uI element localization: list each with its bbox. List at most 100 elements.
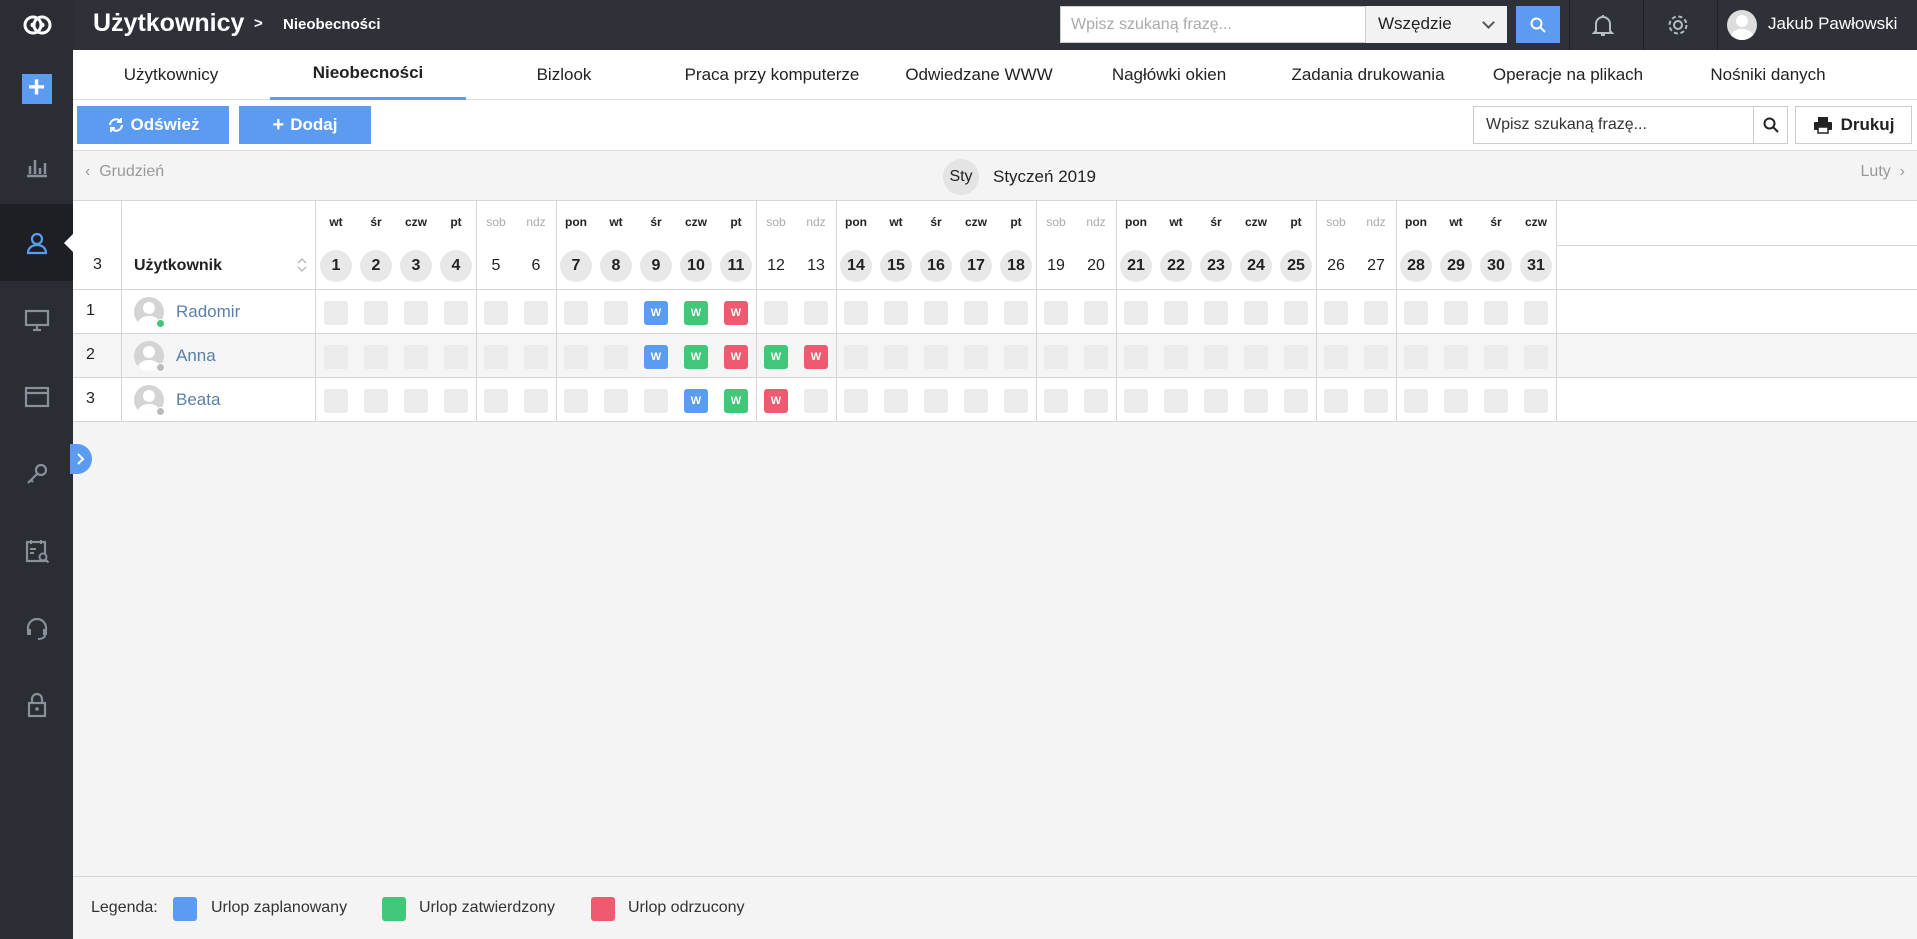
empty-day-box[interactable] (1004, 301, 1028, 325)
empty-day-box[interactable] (1204, 345, 1228, 369)
empty-day-box[interactable] (1244, 389, 1268, 413)
day-number[interactable]: 21 (1120, 250, 1152, 282)
empty-day-box[interactable] (364, 389, 388, 413)
empty-day-box[interactable] (1244, 301, 1268, 325)
tab-print-jobs[interactable]: Zadania drukowania (1268, 50, 1468, 100)
day-cell[interactable] (356, 385, 396, 415)
empty-day-box[interactable] (1444, 389, 1468, 413)
search-button[interactable] (1753, 106, 1788, 144)
absence-approved-badge[interactable]: W (684, 345, 708, 369)
day-cell[interactable] (1116, 385, 1156, 415)
day-cell[interactable] (1196, 385, 1236, 415)
tab-window-titles[interactable]: Nagłówki okien (1077, 50, 1261, 100)
absence-rejected-badge[interactable]: W (764, 389, 788, 413)
day-cell[interactable] (436, 341, 476, 371)
empty-day-box[interactable] (964, 301, 988, 325)
day-cell[interactable] (476, 297, 516, 327)
empty-day-box[interactable] (1284, 389, 1308, 413)
empty-day-box[interactable] (1044, 345, 1068, 369)
empty-day-box[interactable] (1084, 301, 1108, 325)
user-name-link[interactable]: Beata (176, 390, 220, 410)
day-number[interactable]: 2 (360, 250, 392, 282)
day-cell[interactable] (836, 385, 876, 415)
day-cell[interactable] (316, 385, 356, 415)
print-button[interactable]: Drukuj (1795, 106, 1912, 144)
month-picker-button[interactable]: Sty (943, 159, 979, 195)
day-number[interactable]: 26 (1320, 250, 1352, 282)
day-cell[interactable] (1236, 297, 1276, 327)
table-row[interactable]: 3 Beata W W W (73, 378, 1917, 422)
day-cell[interactable] (1476, 297, 1516, 327)
day-cell[interactable] (956, 341, 996, 371)
absence-planned-badge[interactable]: W (644, 345, 668, 369)
empty-day-box[interactable] (1364, 301, 1388, 325)
empty-day-box[interactable] (764, 301, 788, 325)
empty-day-box[interactable] (1324, 389, 1348, 413)
empty-day-box[interactable] (1404, 345, 1428, 369)
day-cell[interactable] (596, 385, 636, 415)
empty-day-box[interactable] (1124, 389, 1148, 413)
empty-day-box[interactable] (924, 301, 948, 325)
day-cell[interactable] (1436, 297, 1476, 327)
empty-day-box[interactable] (324, 301, 348, 325)
empty-day-box[interactable] (484, 389, 508, 413)
day-cell[interactable]: W (716, 341, 756, 371)
empty-day-box[interactable] (884, 345, 908, 369)
absence-rejected-badge[interactable]: W (724, 301, 748, 325)
day-number[interactable]: 12 (760, 250, 792, 282)
empty-day-box[interactable] (404, 301, 428, 325)
day-cell[interactable]: W (716, 297, 756, 327)
day-cell[interactable] (1276, 297, 1316, 327)
day-number[interactable]: 25 (1280, 250, 1312, 282)
app-logo[interactable] (0, 0, 73, 50)
day-cell[interactable] (596, 297, 636, 327)
day-number[interactable]: 1 (320, 250, 352, 282)
search-scope-select[interactable]: Wszędzie (1366, 6, 1507, 43)
empty-day-box[interactable] (1284, 345, 1308, 369)
day-cell[interactable] (1396, 297, 1436, 327)
day-cell[interactable] (1436, 385, 1476, 415)
day-cell[interactable]: W (716, 385, 756, 415)
empty-day-box[interactable] (364, 345, 388, 369)
empty-day-box[interactable] (1404, 301, 1428, 325)
tab-computer-work[interactable]: Praca przy komputerze (667, 50, 877, 100)
table-row[interactable]: 2 Anna W W W W W (73, 334, 1917, 378)
search-input[interactable] (1473, 106, 1754, 144)
day-number[interactable]: 4 (440, 250, 472, 282)
day-number[interactable]: 19 (1040, 250, 1072, 282)
day-number[interactable]: 20 (1080, 250, 1112, 282)
day-cell[interactable] (1316, 297, 1356, 327)
tab-bizlook[interactable]: Bizlook (466, 50, 662, 100)
day-number[interactable]: 28 (1400, 250, 1432, 282)
day-cell[interactable] (1036, 297, 1076, 327)
empty-day-box[interactable] (804, 389, 828, 413)
day-cell[interactable] (636, 385, 676, 415)
day-number[interactable]: 5 (480, 250, 512, 282)
day-cell[interactable] (836, 297, 876, 327)
empty-day-box[interactable] (324, 389, 348, 413)
day-number[interactable]: 31 (1520, 250, 1552, 282)
day-number[interactable]: 16 (920, 250, 952, 282)
day-number[interactable]: 6 (520, 250, 552, 282)
day-cell[interactable]: W (676, 297, 716, 327)
day-cell[interactable] (1036, 341, 1076, 371)
absence-approved-badge[interactable]: W (764, 345, 788, 369)
day-cell[interactable] (996, 341, 1036, 371)
empty-day-box[interactable] (1204, 301, 1228, 325)
empty-day-box[interactable] (924, 389, 948, 413)
day-cell[interactable] (1316, 385, 1356, 415)
day-cell[interactable] (916, 341, 956, 371)
day-cell[interactable] (1156, 341, 1196, 371)
empty-day-box[interactable] (1364, 389, 1388, 413)
empty-day-box[interactable] (484, 301, 508, 325)
day-number[interactable]: 23 (1200, 250, 1232, 282)
day-cell[interactable] (516, 341, 556, 371)
tab-file-operations[interactable]: Operacje na plikach (1473, 50, 1663, 100)
day-cell[interactable]: W (636, 297, 676, 327)
day-cell[interactable]: W (756, 341, 796, 371)
tab-absences[interactable]: Nieobecności (270, 50, 466, 100)
user-name-link[interactable]: Anna (176, 346, 216, 366)
day-number[interactable]: 7 (560, 250, 592, 282)
day-number[interactable]: 22 (1160, 250, 1192, 282)
day-cell[interactable] (476, 385, 516, 415)
